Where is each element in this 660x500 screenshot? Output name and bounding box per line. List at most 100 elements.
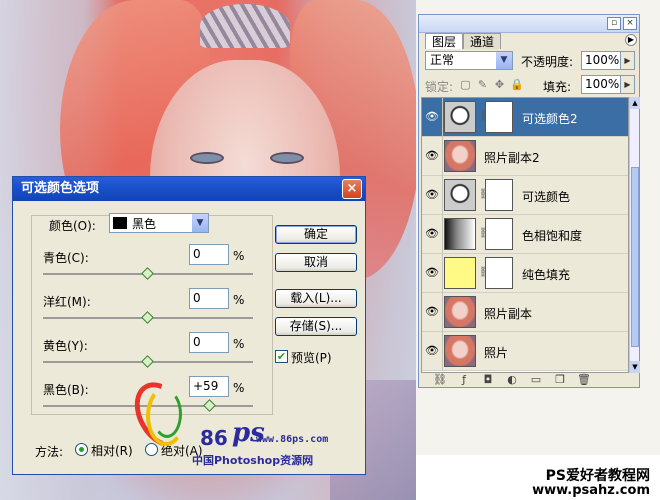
tab-layers[interactable]: 图层: [425, 33, 464, 49]
magenta-label: 洋红(M):: [43, 295, 91, 309]
solid-fill-thumb-icon: [444, 257, 476, 289]
adjustment-thumb-icon: [444, 101, 476, 133]
layer-name: 纯色填充: [522, 268, 571, 282]
footer-site-url: www.psahz.com: [532, 483, 650, 498]
layers-list: 👁 ⛓ 可选颜色2 👁 照片副本2 👁 ⛓ 可选颜色 👁 ⛓ 色相饱和度 👁: [421, 97, 629, 373]
new-layer-icon[interactable]: ❐: [553, 373, 567, 387]
layer-row[interactable]: 👁 照片副本: [422, 293, 628, 332]
layer-name: 照片副本: [484, 307, 533, 321]
layer-mask-thumb[interactable]: [485, 218, 513, 250]
layer-row[interactable]: 👁 ⛓ 可选颜色: [422, 176, 628, 215]
layer-mask-thumb[interactable]: [485, 257, 513, 289]
panel-menu-icon[interactable]: ▶: [625, 34, 637, 46]
save-button[interactable]: 存储(S)...: [275, 317, 357, 336]
yellow-label: 黄色(Y):: [43, 339, 88, 353]
yellow-input[interactable]: 0: [189, 332, 229, 353]
opacity-arrow-icon[interactable]: ▶: [621, 51, 635, 70]
photo-thumb-icon: [444, 140, 476, 172]
new-group-icon[interactable]: ▭: [529, 373, 543, 387]
eye-icon[interactable]: 👁: [425, 227, 439, 241]
trash-icon[interactable]: 🗑: [577, 373, 591, 387]
load-button[interactable]: 载入(L)...: [275, 289, 357, 308]
preview-checkbox[interactable]: ✔: [275, 350, 288, 363]
hue-saturation-thumb-icon: [444, 218, 476, 250]
color-select-value: 黑色: [132, 217, 157, 231]
chevron-down-icon: ▼: [496, 52, 512, 69]
lock-image-icon[interactable]: ✎: [476, 78, 489, 91]
color-select[interactable]: 黑色 ▼: [109, 213, 209, 233]
opacity-input[interactable]: 100%: [581, 51, 621, 70]
layer-name: 照片: [484, 346, 509, 360]
watermark-footer: PS爱好者教程网 www.psahz.com: [416, 455, 660, 500]
method-relative-radio[interactable]: [75, 443, 88, 456]
layer-name: 照片副本2: [484, 151, 540, 165]
adjustment-thumb-icon: [444, 179, 476, 211]
tab-channels[interactable]: 通道: [463, 33, 502, 49]
lock-position-icon[interactable]: ✥: [493, 78, 506, 91]
footer-site-name: PS爱好者教程网: [545, 468, 650, 484]
layer-mask-thumb[interactable]: [485, 101, 513, 133]
close-icon[interactable]: ×: [623, 17, 637, 30]
cyan-input[interactable]: 0: [189, 244, 229, 265]
fill-label: 填充:: [543, 80, 572, 94]
layer-row[interactable]: 👁 照片副本2: [422, 137, 628, 176]
eye-icon[interactable]: 👁: [425, 110, 439, 124]
logo-url: www.86ps.com: [256, 434, 329, 445]
close-icon[interactable]: ×: [342, 179, 362, 199]
scroll-thumb[interactable]: [631, 167, 639, 347]
logo-chinese-name: 中国Photoshop资源网: [192, 454, 314, 467]
link-layers-icon[interactable]: ⛓: [433, 373, 447, 387]
blend-mode-select[interactable]: 正常 ▼: [425, 51, 513, 70]
layer-name: 色相饱和度: [522, 229, 583, 243]
layer-style-icon[interactable]: ƒ: [457, 373, 471, 387]
layer-row[interactable]: 👁 照片: [422, 332, 628, 371]
panel-tabs: 图层 通道: [425, 33, 502, 51]
layer-row[interactable]: 👁 ⛓ 可选颜色2: [422, 98, 628, 137]
photo-thumb-icon: [444, 296, 476, 328]
method-label: 方法:: [35, 445, 64, 459]
method-relative-label: 相对(R): [91, 444, 133, 458]
add-mask-icon[interactable]: ◘: [481, 373, 495, 387]
lock-transparent-icon[interactable]: ▢: [459, 78, 472, 91]
layers-scrollbar[interactable]: ▲ ▼: [629, 97, 640, 373]
layer-mask-thumb[interactable]: [485, 179, 513, 211]
opacity-label: 不透明度:: [521, 55, 574, 69]
color-label: 颜色(O):: [49, 219, 96, 233]
left-eye: [190, 152, 224, 164]
dialog-title[interactable]: 可选颜色选项: [13, 177, 365, 201]
minimize-icon[interactable]: ▫: [607, 17, 621, 30]
eye-icon[interactable]: 👁: [425, 305, 439, 319]
panel-bottom-toolbar: ⛓ ƒ ◘ ◐ ▭ ❐ 🗑: [433, 373, 591, 387]
magenta-input[interactable]: 0: [189, 288, 229, 309]
cancel-button[interactable]: 取消: [275, 253, 357, 272]
layer-name: 可选颜色: [522, 190, 571, 204]
lock-label: 锁定:: [425, 80, 454, 94]
yellow-unit: %: [233, 337, 245, 351]
preview-label: 预览(P): [291, 351, 332, 365]
eye-icon[interactable]: 👁: [425, 344, 439, 358]
logo-number: 86: [200, 426, 228, 450]
layer-name: 可选颜色2: [522, 112, 578, 126]
eye-icon[interactable]: 👁: [425, 266, 439, 280]
panel-titlebar[interactable]: ▫ ×: [419, 15, 639, 33]
color-swatch: [113, 217, 127, 229]
ok-button[interactable]: 确定: [275, 225, 357, 244]
new-adjustment-icon[interactable]: ◐: [505, 373, 519, 387]
layer-row[interactable]: 👁 ⛓ 纯色填充: [422, 254, 628, 293]
scroll-up-icon[interactable]: ▲: [630, 97, 640, 109]
layer-row[interactable]: 👁 ⛓ 色相饱和度: [422, 215, 628, 254]
magenta-unit: %: [233, 293, 245, 307]
blend-row: 正常 ▼ 不透明度: 100% ▶: [425, 51, 635, 71]
black-label: 黑色(B):: [43, 383, 89, 397]
fill-arrow-icon[interactable]: ▶: [621, 75, 635, 94]
logo-arc-green: [152, 390, 182, 438]
lock-all-icon[interactable]: 🔒: [510, 78, 524, 91]
photo-thumb-icon: [444, 335, 476, 367]
eye-icon[interactable]: 👁: [425, 188, 439, 202]
fill-input[interactable]: 100%: [581, 75, 621, 94]
tiara: [200, 4, 290, 48]
chevron-down-icon: ▼: [192, 214, 208, 232]
layers-panel: ▫ × 图层 通道 ▶ 正常 ▼ 不透明度: 100% ▶ 锁定: ▢ ✎ ✥ …: [418, 14, 640, 388]
eye-icon[interactable]: 👁: [425, 149, 439, 163]
scroll-down-icon[interactable]: ▼: [630, 361, 640, 373]
